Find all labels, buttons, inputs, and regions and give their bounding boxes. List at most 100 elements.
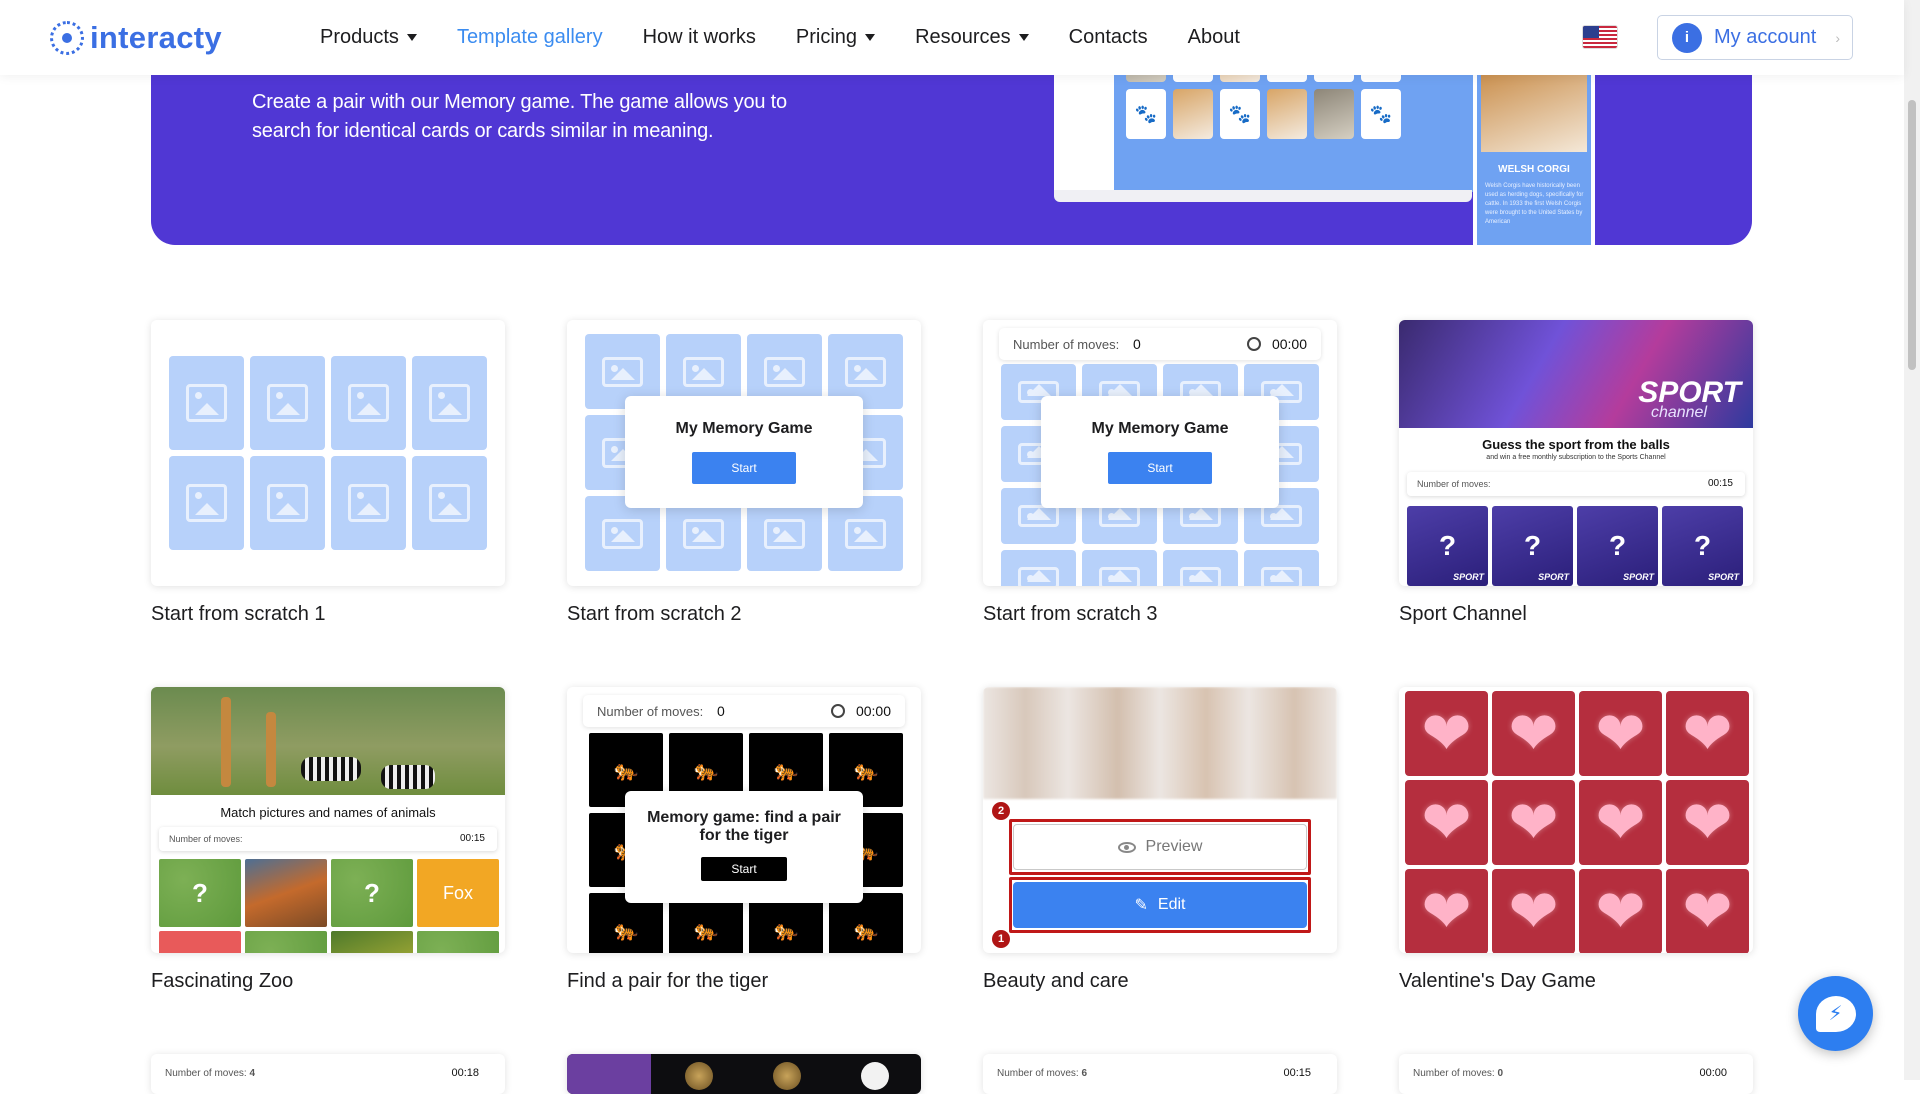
zoo-card-grid: ? ? Fox	[159, 859, 499, 953]
start-modal: Memory game: find a pair for the tiger S…	[625, 791, 863, 903]
logo-icon	[50, 21, 84, 55]
timer-value: 00:15	[1283, 1067, 1311, 1079]
edit-button[interactable]: ✎ Edit	[1013, 882, 1307, 928]
image-placeholder-icon	[1163, 550, 1238, 586]
my-account-button[interactable]: i My account ›	[1657, 15, 1853, 60]
zebra-shape	[301, 757, 361, 781]
moves-label: Number of moves:	[597, 704, 704, 719]
timer-value: 00:00	[855, 703, 891, 719]
heart-icon: ❤	[1405, 691, 1488, 776]
nav-template-gallery-label: Template gallery	[456, 26, 603, 48]
nav-pricing-label: Pricing	[795, 26, 858, 48]
nav-products-label: Products	[320, 26, 399, 48]
nav-about[interactable]: About	[1188, 26, 1240, 49]
template-thumbnail[interactable]: SPORT channel Guess the sport from the b…	[1399, 320, 1753, 586]
template-thumbnail[interactable]: Match pictures and names of animals Numb…	[151, 687, 505, 953]
template-title[interactable]: Start from scratch 3	[983, 603, 1158, 626]
question-mark-icon: ?	[364, 877, 380, 908]
interacty-logo[interactable]: interacty	[50, 20, 222, 56]
word-card: Fox	[417, 859, 499, 927]
image-placeholder-icon	[331, 456, 406, 550]
moon-card	[655, 1054, 739, 1094]
card-tag: SPORT	[1538, 572, 1569, 582]
nav-contacts[interactable]: Contacts	[1069, 26, 1148, 49]
moves-value: 6	[1081, 1068, 1088, 1079]
account-icon: i	[1672, 22, 1702, 53]
timer-value: 00:15	[459, 833, 485, 844]
image-placeholder-icon	[250, 356, 325, 450]
timer-value: 00:00	[1699, 1067, 1727, 1079]
game-subquestion: and win a free monthly subscription to t…	[1486, 454, 1666, 461]
template-card-partial[interactable]: Number of moves: 0 00:00	[1399, 1054, 1753, 1094]
edit-label: Edit	[1157, 896, 1186, 913]
template-title[interactable]: Start from scratch 2	[567, 603, 742, 626]
card	[331, 931, 413, 953]
template-title[interactable]: Valentine's Day Game	[1399, 970, 1596, 993]
start-button[interactable]: Start	[692, 452, 796, 484]
preview-button[interactable]: Preview	[1013, 824, 1307, 870]
logo-text: interacty	[90, 20, 222, 55]
moves-value: 0	[1497, 1068, 1504, 1079]
paw-icon: 🐾	[1361, 89, 1401, 139]
page-scrollbar[interactable]	[1904, 0, 1920, 1080]
template-thumbnail[interactable]: Preview ✎ Edit 2 1	[983, 687, 1337, 953]
template-card-partial[interactable]: Number of moves: 4 00:18	[151, 1054, 505, 1094]
moves-bar: Number of moves: 00:15	[159, 827, 497, 851]
moves-label-text: Number of moves:	[165, 1068, 247, 1079]
heart-icon: ❤	[1666, 869, 1749, 953]
eye-icon	[1117, 841, 1136, 853]
template-title[interactable]: Find a pair for the tiger	[567, 970, 768, 993]
question-mark-icon: ?	[1438, 530, 1457, 561]
chevron-down-icon	[406, 34, 417, 41]
moves-label: Number of moves: 6	[997, 1068, 1087, 1079]
question-mark-icon: ?	[1608, 530, 1627, 561]
heart-icon: ❤	[1579, 869, 1662, 953]
scrollbar-thumb[interactable]	[1908, 100, 1916, 370]
template-card-partial[interactable]: Number of moves: 6 00:15	[983, 1054, 1337, 1094]
timer-value: 00:18	[451, 1067, 479, 1079]
moves-label-text: Number of moves:	[997, 1068, 1079, 1079]
template-title[interactable]: Sport Channel	[1399, 603, 1527, 626]
template-thumbnail[interactable]: Number of moves: 0 00:00 My Memory Game …	[983, 320, 1337, 586]
heart-icon: ❤	[1579, 780, 1662, 865]
template-thumbnail[interactable]: ❤ ❤ ❤ ❤ ❤ ❤ ❤ ❤ ❤ ❤ ❤ ❤	[1399, 687, 1753, 953]
us-flag-icon[interactable]	[1582, 25, 1618, 49]
nav-how-it-works[interactable]: How it works	[643, 26, 756, 49]
moon-card	[831, 1054, 915, 1094]
nav-pricing[interactable]: Pricing	[795, 26, 876, 49]
template-title[interactable]: Fascinating Zoo	[151, 970, 293, 993]
messenger-chat-button[interactable]: ⚡	[1798, 976, 1873, 1051]
nav-template-gallery[interactable]: Template gallery	[457, 26, 603, 49]
timer-value: 00:00	[1271, 336, 1307, 352]
card	[567, 1054, 651, 1094]
moves-label: Number of moves:	[1417, 479, 1491, 489]
chevron-down-icon	[1018, 34, 1029, 41]
image-placeholder-icon	[1244, 550, 1319, 586]
heart-card-grid: ❤ ❤ ❤ ❤ ❤ ❤ ❤ ❤ ❤ ❤ ❤ ❤	[1405, 691, 1749, 953]
giraffe-shape	[221, 697, 231, 787]
mini-card	[1267, 89, 1307, 139]
corgi-photo	[1481, 70, 1587, 152]
pencil-icon: ✎	[1134, 897, 1148, 914]
image-placeholder-icon	[250, 456, 325, 550]
start-button[interactable]: Start	[701, 857, 787, 881]
timer-icon	[1247, 337, 1261, 351]
template-thumbnail[interactable]: Number of moves: 0 00:00 🐅 🐅 🐅 🐅 🐅 🐅 🐅 🐅…	[567, 687, 921, 953]
moves-bar: Number of moves: 0 00:00	[583, 695, 905, 727]
template-title[interactable]: Beauty and care	[983, 970, 1129, 993]
nav-products[interactable]: Products	[320, 26, 417, 49]
template-thumbnail[interactable]: My Memory Game Start	[567, 320, 921, 586]
template-title[interactable]: Start from scratch 1	[151, 603, 326, 626]
modal-title: My Memory Game	[1091, 420, 1229, 437]
nav-resources[interactable]: Resources	[915, 26, 1029, 49]
start-button[interactable]: Start	[1108, 452, 1212, 484]
template-card-partial[interactable]	[567, 1054, 921, 1094]
image-placeholder-icon	[1082, 550, 1157, 586]
moves-value: 0	[717, 703, 725, 719]
modal-title: My Memory Game	[675, 420, 813, 437]
template-thumbnail[interactable]	[151, 320, 505, 586]
image-placeholder-icon	[412, 356, 487, 450]
image-placeholder-icon	[1001, 550, 1076, 586]
nav-resources-label: Resources	[915, 26, 1011, 48]
annotation-badge-edit: 1	[992, 930, 1010, 948]
